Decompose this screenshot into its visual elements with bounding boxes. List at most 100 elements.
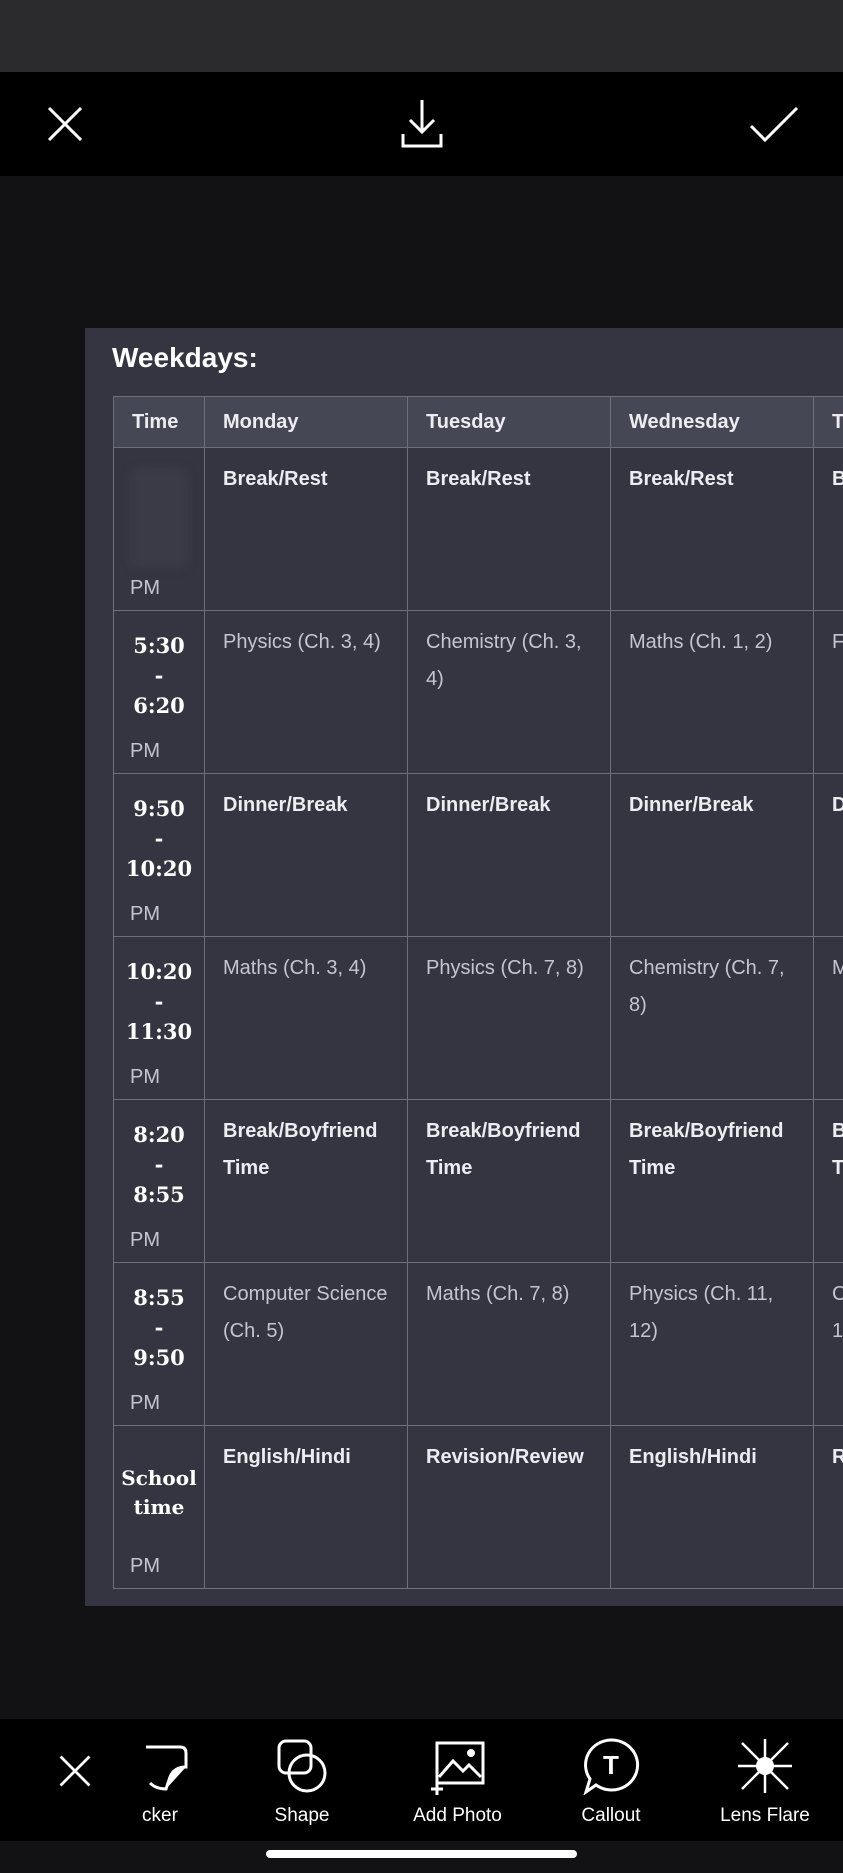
table-cell: Break/Rest [407, 447, 611, 611]
time-suffix: PM [130, 903, 160, 925]
table-cell: Maths (Ch. 1, 2) [610, 610, 814, 774]
add-photo-label: Add Photo [413, 1805, 502, 1826]
callout-icon: T [583, 1738, 640, 1795]
time-range: 8:55 - 9:50 [133, 1285, 185, 1370]
cell-text: Physics (Ch. 7, 8) [426, 957, 584, 979]
time-cell: PM [113, 447, 205, 611]
table-row: 9:50 - 10:20 PM Dinner/Break Dinner/Break Di… [113, 773, 843, 937]
cell-text: Break/Boyfriend Time [629, 1120, 784, 1179]
time-suffix: PM [130, 1229, 160, 1251]
table-row: PM Break/Rest Break/Rest Break/Rest B [113, 447, 843, 611]
table-cell: Physics (Ch. 3, 4) [204, 610, 408, 774]
download-button[interactable] [370, 72, 474, 176]
cell-text: Maths (Ch. 3, 4) [223, 957, 367, 979]
time-range: 8:20 - 8:55 [133, 1122, 185, 1207]
shape-tool-button[interactable]: Shape [252, 1719, 352, 1841]
table-row: 8:20 - 8:55 PM Break/Boyfriend Time Break/B… [113, 1099, 843, 1263]
cancel-tool-button[interactable] [40, 1719, 110, 1841]
table-cell: Break/Boyfriend Time [610, 1099, 814, 1263]
table-cell: Break/Boyfriend Time [204, 1099, 408, 1263]
sticker-icon [146, 1745, 188, 1791]
close-icon [59, 1755, 91, 1787]
cell-text: R [832, 1446, 843, 1468]
confirm-button[interactable] [722, 72, 826, 176]
table-cell: M [813, 936, 843, 1100]
cell-text: Revision/Review [426, 1446, 584, 1468]
column-header: Monday [204, 396, 408, 448]
column-header: T [813, 396, 843, 448]
close-icon [47, 106, 83, 142]
table-cell: Computer Science (Ch. 5) [204, 1262, 408, 1426]
table-cell: Maths (Ch. 7, 8) [407, 1262, 611, 1426]
table-cell: B T [813, 1099, 843, 1263]
table-row: School time PM English/Hindi Revision/Revie… [113, 1425, 843, 1589]
download-icon [401, 100, 443, 148]
cell-text: Maths (Ch. 7, 8) [426, 1283, 570, 1305]
add-photo-icon [430, 1741, 484, 1795]
add-photo-tool-button[interactable]: Add Photo [395, 1719, 520, 1841]
time-range: 10:20 - 11:30 [125, 959, 193, 1044]
cell-text: B T [832, 1120, 843, 1179]
table-row: 5:30 - 6:20 PM Physics (Ch. 3, 4) Chemistry… [113, 610, 843, 774]
schedule-image[interactable]: Weekdays: Time Monday Tuesday Wednesday … [85, 328, 843, 1606]
time-suffix: PM [130, 1392, 160, 1414]
cell-text: C 1( [832, 1283, 843, 1342]
cell-text: B [832, 468, 843, 490]
cell-text: Chemistry (Ch. 3, 4) [426, 631, 582, 690]
time-cell: 5:30 - 6:20 PM [113, 610, 205, 774]
lens-flare-label: Lens Flare [720, 1805, 810, 1826]
cell-text: M [832, 957, 843, 979]
lens-flare-icon [738, 1739, 792, 1793]
table-cell: Dinner/Break [407, 773, 611, 937]
table-cell: C 1( [813, 1262, 843, 1426]
close-button[interactable] [13, 72, 117, 176]
time-range: School time [121, 1466, 197, 1519]
cell-text: Break/Rest [426, 468, 531, 490]
table-cell: Break/Rest [610, 447, 814, 611]
callout-tool-button[interactable]: T Callout [561, 1719, 661, 1841]
lens-flare-tool-button[interactable]: Lens Flare [710, 1719, 820, 1841]
editor-toolbar: cker Shape Add Photo T Callout Lens Flar… [0, 1719, 843, 1841]
cell-text: English/Hindi [629, 1446, 757, 1468]
table-title: Weekdays: [112, 342, 258, 373]
cell-text: Break/Rest [629, 468, 734, 490]
status-bar [0, 0, 843, 72]
cell-text: Break/Boyfriend Time [426, 1120, 581, 1179]
checkmark-icon [749, 106, 799, 143]
table-cell: Break/Rest [204, 447, 408, 611]
time-suffix: PM [130, 1555, 160, 1577]
cell-text: Break/Rest [223, 468, 328, 490]
shape-icon [277, 1739, 327, 1793]
time-suffix: PM [130, 1066, 160, 1088]
table-cell: Chemistry (Ch. 3, 4) [407, 610, 611, 774]
sticker-label: cker [142, 1805, 178, 1826]
shape-label: Shape [274, 1805, 330, 1826]
home-indicator [266, 1850, 577, 1858]
table-cell: Dinner/Break [204, 773, 408, 937]
table-cell: English/Hindi [610, 1425, 814, 1589]
table-cell: Maths (Ch. 3, 4) [204, 936, 408, 1100]
table-header-row: Time Monday Tuesday Wednesday T [113, 396, 843, 448]
blurred-time [130, 468, 188, 568]
sticker-tool-button[interactable]: cker [110, 1719, 210, 1841]
table-cell: Physics (Ch. 7, 8) [407, 936, 611, 1100]
time-suffix: PM [130, 577, 160, 599]
time-cell: 8:55 - 9:50 PM [113, 1262, 205, 1426]
table-cell: F [813, 610, 843, 774]
cell-text: Computer Science (Ch. 5) [223, 1283, 388, 1342]
column-header: Wednesday [610, 396, 814, 448]
time-cell: 8:20 - 8:55 PM [113, 1099, 205, 1263]
cell-text: Dinner/Break [629, 794, 754, 816]
cell-text: English/Hindi [223, 1446, 351, 1468]
time-cell: School time PM [113, 1425, 205, 1589]
cell-text: Physics (Ch. 11, 12) [629, 1283, 774, 1342]
time-cell: 10:20 - 11:30 PM [113, 936, 205, 1100]
table-row: 10:20 - 11:30 PM Maths (Ch. 3, 4) Physics (… [113, 936, 843, 1100]
table-cell: D [813, 773, 843, 937]
cell-text: Maths (Ch. 1, 2) [629, 631, 773, 653]
table-cell: Chemistry (Ch. 7, 8) [610, 936, 814, 1100]
callout-label: Callout [581, 1805, 641, 1826]
table-cell: Dinner/Break [610, 773, 814, 937]
svg-text:T: T [603, 1750, 619, 1780]
cell-text: F [832, 631, 843, 653]
